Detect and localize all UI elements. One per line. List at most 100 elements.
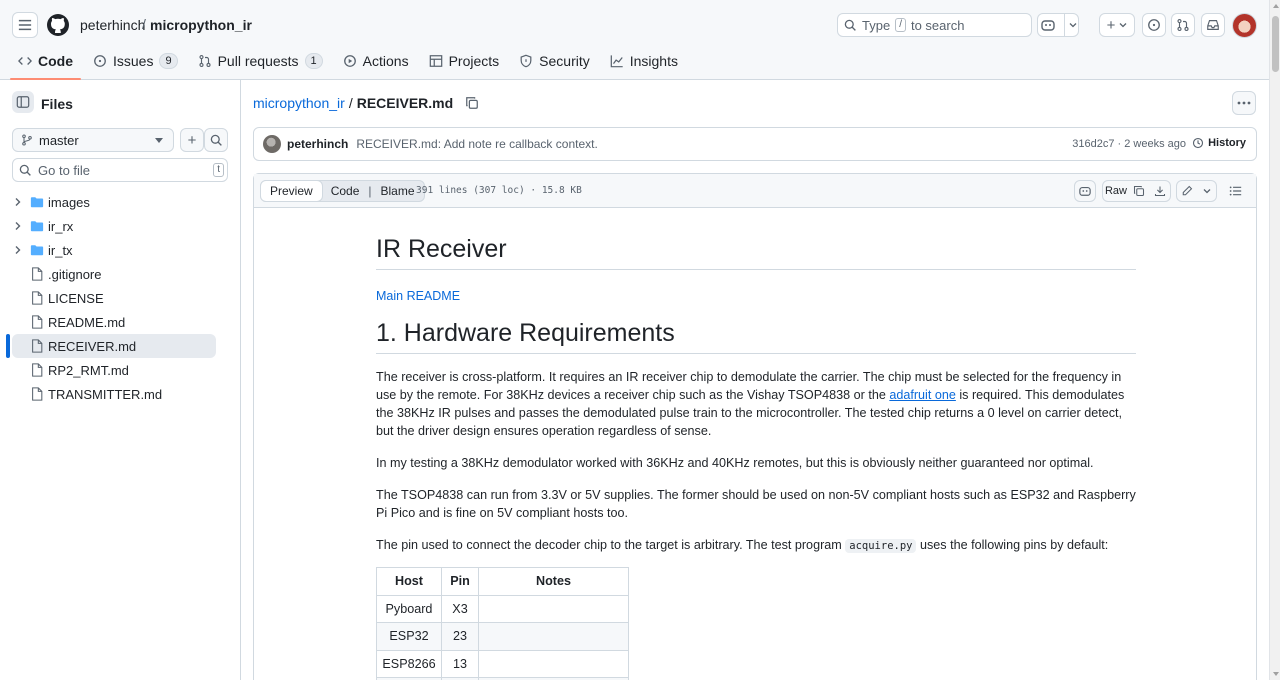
tab-actions-label: Actions	[362, 53, 409, 69]
file-viewer: Preview Code | Blame 391 lines (307 loc)…	[253, 173, 1257, 680]
go-to-file-input[interactable]: Go to file t	[12, 158, 228, 182]
search-shortcut-key: /	[895, 18, 906, 32]
table-header: Pin	[441, 567, 479, 596]
tab-projects-label: Projects	[448, 53, 500, 69]
adafruit-link[interactable]: adafruit one	[889, 388, 956, 402]
chevron-right-icon[interactable]	[13, 221, 23, 231]
doc-title: IR Receiver	[376, 208, 1136, 270]
path-repo-link[interactable]: micropython_ir	[253, 95, 345, 111]
tab-issues[interactable]: Issues 9	[85, 48, 186, 74]
history-label: History	[1208, 137, 1246, 149]
copy-icon	[1133, 185, 1145, 197]
copilot-file-button[interactable]	[1074, 180, 1096, 202]
tab-pull-requests[interactable]: Pull requests 1	[190, 48, 331, 74]
download-button[interactable]	[1149, 180, 1171, 202]
path-file-name: RECEIVER.md	[356, 95, 454, 111]
history-button[interactable]: History	[1192, 137, 1246, 149]
branch-selector[interactable]: master	[12, 128, 174, 152]
file-icon	[32, 291, 43, 305]
tab-actions[interactable]: Actions	[335, 48, 417, 74]
scrollbar-thumb[interactable]	[1272, 16, 1279, 72]
tab-projects[interactable]: Projects	[421, 48, 508, 74]
github-logo-icon[interactable]	[46, 13, 70, 37]
tab-pull-requests-label: Pull requests	[217, 53, 299, 69]
user-avatar[interactable]	[1232, 13, 1257, 38]
copilot-icon	[1079, 186, 1091, 196]
commit-sha-time[interactable]: 316d2c7 · 2 weeks ago	[1072, 138, 1186, 150]
copy-icon[interactable]	[465, 96, 479, 110]
commit-message[interactable]: RECEIVER.md: Add note re callback contex…	[356, 137, 597, 151]
code-view-tab[interactable]: Code	[322, 181, 369, 201]
preview-tab[interactable]: Preview	[260, 180, 323, 202]
search-icon	[19, 164, 31, 176]
breadcrumb-repo[interactable]: micropython_ir	[150, 17, 252, 33]
tab-code[interactable]: Code	[10, 48, 81, 80]
tab-insights[interactable]: Insights	[602, 48, 686, 74]
inline-code: acquire.py	[845, 539, 917, 553]
issues-button[interactable]	[1142, 13, 1166, 37]
tree-item-gitignore[interactable]: .gitignore	[0, 262, 241, 286]
plus-icon: +	[187, 131, 197, 149]
tree-item-images[interactable]: images	[0, 190, 241, 214]
menu-button[interactable]	[12, 12, 38, 38]
copilot-button[interactable]	[1037, 13, 1079, 37]
main-readme-link[interactable]: Main README	[376, 289, 1136, 303]
tree-item-label: .gitignore	[48, 267, 102, 282]
tree-item-rp2-rmt[interactable]: RP2_RMT.md	[0, 358, 241, 382]
search-icon	[210, 134, 222, 146]
download-icon	[1154, 186, 1165, 197]
inbox-button[interactable]	[1201, 13, 1225, 37]
chevron-down-icon	[1069, 23, 1076, 28]
tree-item-transmitter[interactable]: TRANSMITTER.md	[0, 382, 241, 406]
outline-button[interactable]	[1224, 180, 1246, 202]
tree-item-receiver[interactable]: RECEIVER.md	[12, 334, 216, 358]
tree-item-readme[interactable]: README.md	[0, 310, 241, 334]
scroll-up-arrow-icon[interactable]	[1273, 4, 1279, 8]
chevron-right-icon[interactable]	[13, 197, 23, 207]
table-cell: ESP8266	[376, 649, 442, 678]
more-options-button[interactable]	[1232, 91, 1256, 115]
create-new-button[interactable]: +	[1099, 13, 1135, 37]
tab-security[interactable]: Security	[511, 48, 598, 74]
chevron-down-icon	[155, 138, 163, 143]
view-mode-toggle: Preview Code | Blame	[260, 180, 425, 202]
sidebar-title: Files	[41, 96, 73, 112]
go-to-file-shortcut: t	[213, 163, 224, 177]
chevron-right-icon[interactable]	[13, 245, 23, 255]
table-cell: ESP32	[376, 622, 442, 651]
copy-raw-button[interactable]	[1129, 180, 1150, 202]
edit-options-button[interactable]	[1197, 180, 1217, 202]
breadcrumb-owner[interactable]: peterhinch	[80, 17, 145, 33]
file-toolbar: Preview Code | Blame 391 lines (307 loc)…	[254, 174, 1256, 208]
commit-author[interactable]: peterhinch	[287, 137, 348, 151]
tree-item-license[interactable]: LICENSE	[0, 286, 241, 310]
table-cell: 23	[441, 622, 479, 651]
paragraph-4: The pin used to connect the decoder chip…	[376, 536, 1136, 555]
table-cell: Pyboard	[376, 594, 442, 623]
sidebar-collapse-icon	[16, 96, 30, 108]
pull-requests-button[interactable]	[1171, 13, 1195, 37]
table-header: Host	[376, 567, 442, 596]
repo-tabs: Code Issues 9 Pull requests 1 Actions Pr…	[0, 48, 690, 80]
issues-count-badge: 9	[159, 53, 178, 69]
paragraph-4-text-a: The pin used to connect the decoder chip…	[376, 538, 846, 552]
page-scrollbar[interactable]	[1269, 0, 1280, 680]
tree-item-ir-rx[interactable]: ir_rx	[0, 214, 241, 238]
go-to-file-placeholder: Go to file	[38, 162, 91, 178]
tree-item-label: RECEIVER.md	[48, 339, 137, 354]
search-placeholder-pre: Type	[862, 17, 891, 33]
add-file-button[interactable]: +	[180, 128, 204, 152]
table-cell: 13	[441, 649, 479, 678]
file-path-breadcrumb: micropython_ir / RECEIVER.md	[253, 95, 479, 111]
paragraph-2: In my testing a 38KHz demodulator worked…	[376, 456, 1094, 470]
search-input[interactable]: Type / to search	[837, 13, 1032, 37]
collapse-sidebar-button[interactable]	[12, 91, 34, 113]
raw-button[interactable]: Raw	[1102, 180, 1130, 202]
edit-button[interactable]	[1176, 180, 1198, 202]
scroll-down-arrow-icon[interactable]	[1273, 672, 1279, 676]
tree-item-ir-tx[interactable]: ir_tx	[0, 238, 241, 262]
file-icon	[32, 363, 43, 377]
author-avatar[interactable]	[263, 135, 281, 153]
search-files-button[interactable]	[204, 128, 228, 152]
file-tree-sidebar: Files master + Go to file t images ir_rx…	[0, 80, 241, 680]
